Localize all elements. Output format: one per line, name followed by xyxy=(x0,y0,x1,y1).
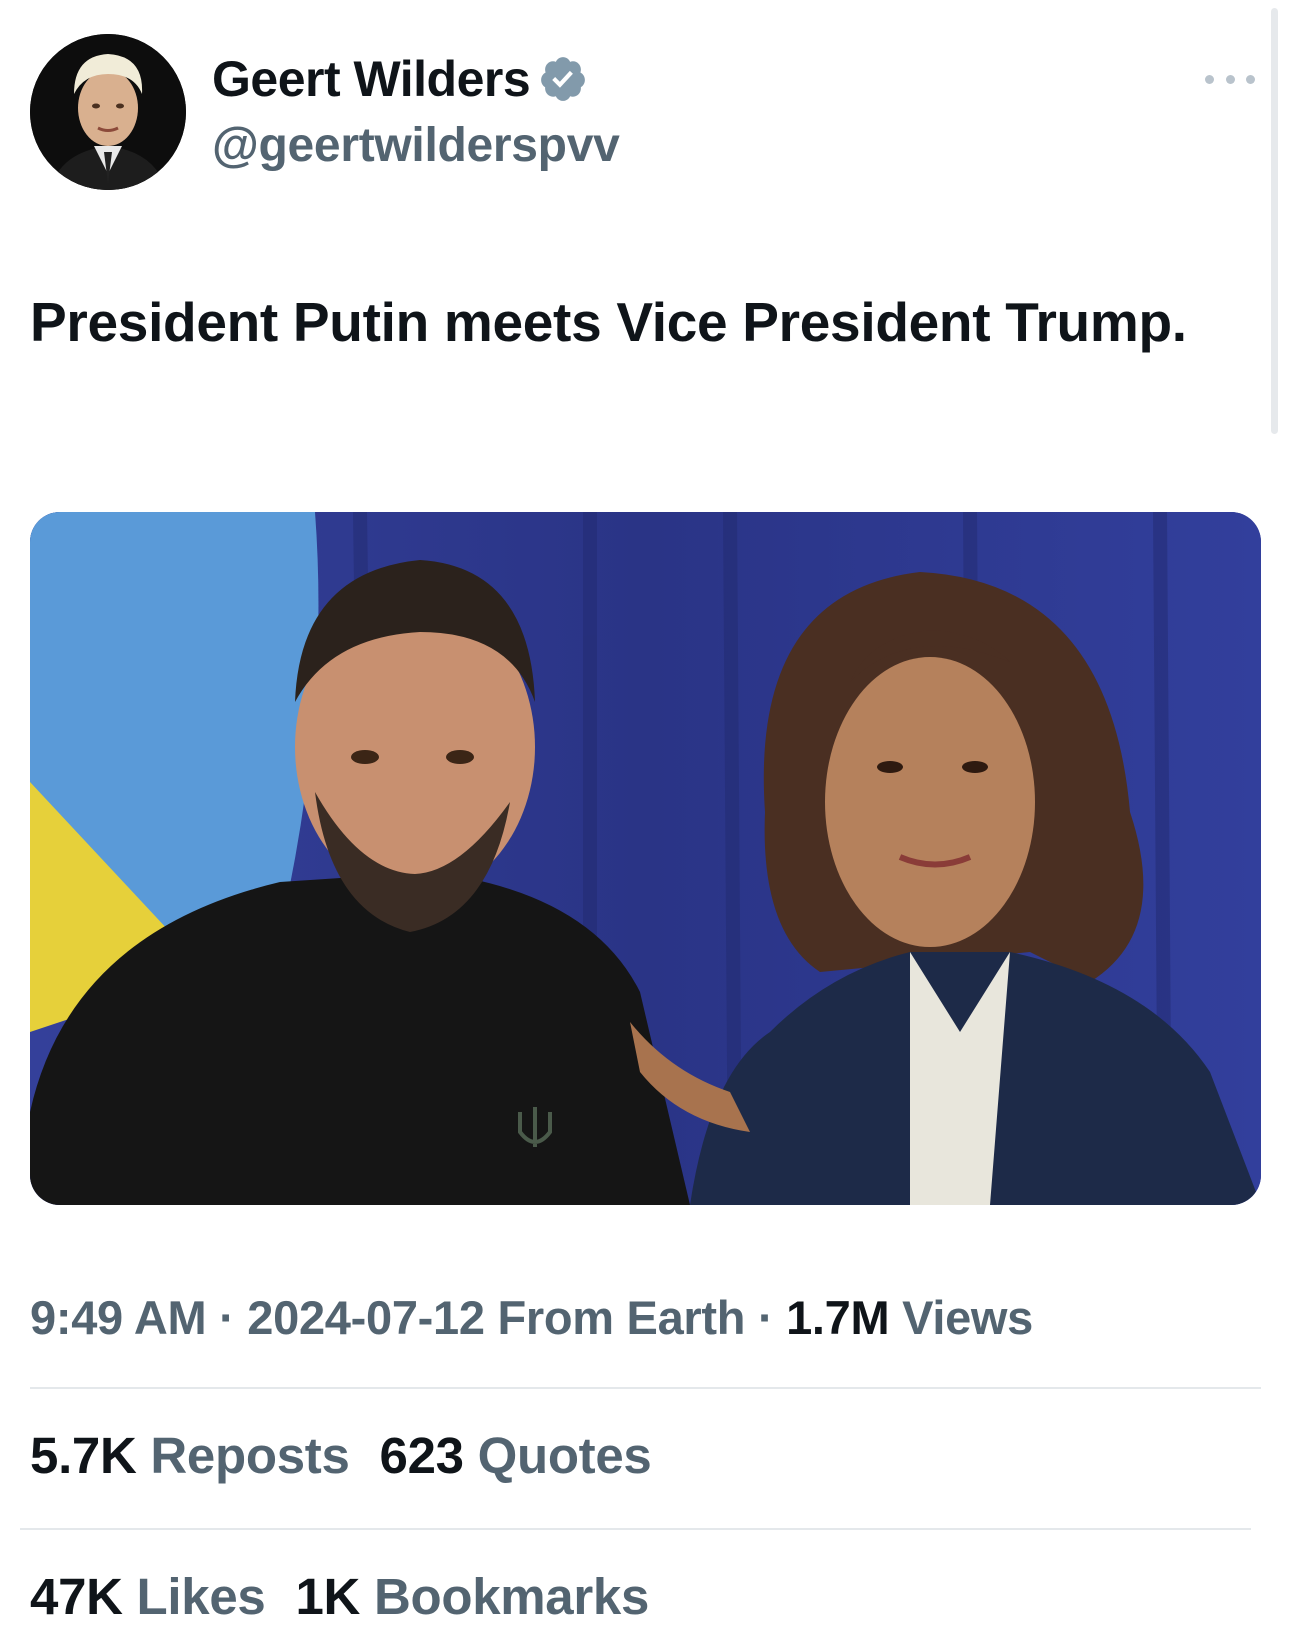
divider xyxy=(20,1528,1251,1530)
dot xyxy=(1225,74,1235,84)
bookmarks-label: Bookmarks xyxy=(373,1568,650,1625)
author-name[interactable]: Geert Wilders xyxy=(212,50,531,108)
verified-badge-icon xyxy=(541,57,586,101)
author-handle[interactable]: @geertwilderspvv xyxy=(212,118,620,173)
likes-stat[interactable]: 47K Likes xyxy=(30,1567,266,1626)
dot xyxy=(1246,74,1255,84)
dot xyxy=(1205,74,1214,84)
engagement-row-2: 47K Likes 1K Bookmarks xyxy=(30,1567,649,1626)
tweet-source: From Earth xyxy=(497,1291,746,1344)
author-name-row[interactable]: Geert Wilders xyxy=(212,50,588,108)
quotes-label: Quotes xyxy=(477,1427,652,1484)
tweet-photo[interactable] xyxy=(30,512,1261,1205)
likes-count: 47K xyxy=(30,1568,123,1625)
scrollbar[interactable] xyxy=(1271,8,1278,434)
reposts-label: Reposts xyxy=(150,1427,350,1484)
likes-label: Likes xyxy=(136,1568,266,1625)
divider xyxy=(30,1387,1261,1389)
engagement-row-1: 5.7K Reposts 623 Quotes xyxy=(30,1426,652,1485)
author-avatar[interactable] xyxy=(30,34,186,190)
separator: · xyxy=(757,1291,774,1344)
tweet-time[interactable]: 9:49 AM xyxy=(30,1291,207,1344)
views-count: 1.7M xyxy=(786,1291,890,1344)
reposts-count: 5.7K xyxy=(30,1427,137,1484)
reposts-stat[interactable]: 5.7K Reposts xyxy=(30,1426,350,1485)
bookmarks-count: 1K xyxy=(295,1568,361,1625)
separator: · xyxy=(219,1291,235,1344)
quotes-count: 623 xyxy=(379,1427,465,1484)
tweet-text: President Putin meets Vice President Tru… xyxy=(30,291,1187,353)
bookmarks-stat[interactable]: 1K Bookmarks xyxy=(295,1567,649,1626)
tweet-meta: 9:49 AM · 2024-07-12 From Earth · 1.7M V… xyxy=(30,1290,1033,1345)
avatar-portrait xyxy=(30,34,186,190)
tweet-date[interactable]: 2024-07-12 xyxy=(247,1291,485,1344)
quotes-stat[interactable]: 623 Quotes xyxy=(380,1426,652,1485)
photo-illustration xyxy=(30,512,1261,1205)
more-horizontal-icon[interactable] xyxy=(1205,64,1255,94)
views-label: Views xyxy=(902,1291,1034,1344)
